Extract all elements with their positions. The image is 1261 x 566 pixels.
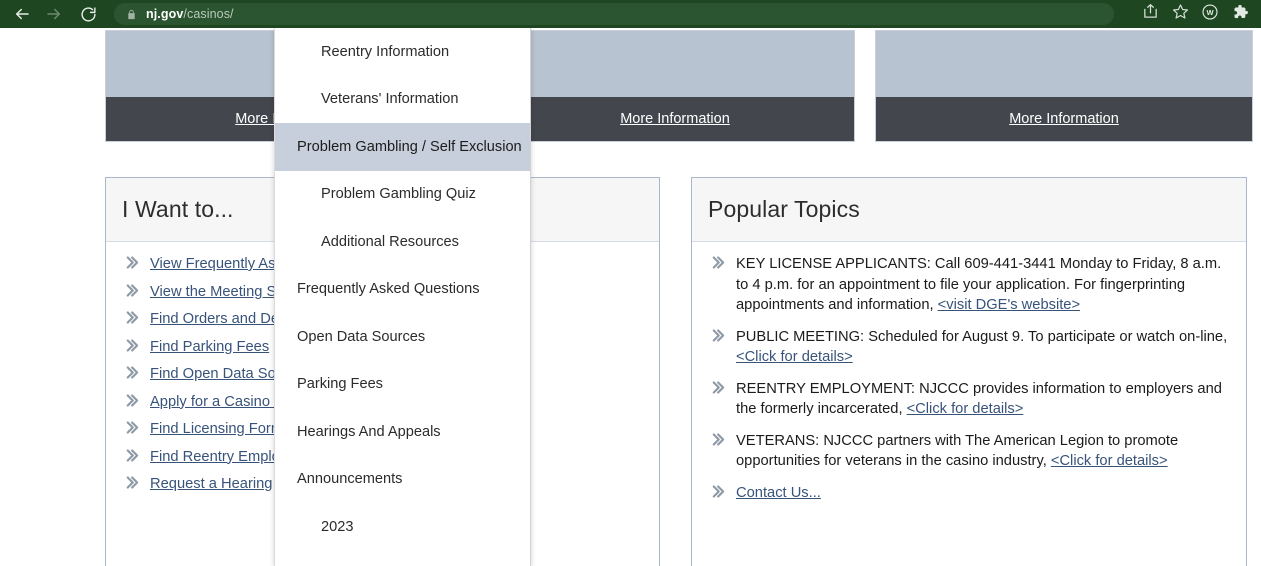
url-host: nj.gov	[146, 7, 184, 21]
chevron-right-icon	[706, 432, 728, 447]
list-item[interactable]: VETERANS: NJCCC partners with The Americ…	[706, 431, 1232, 472]
profile-avatar-icon: W	[1201, 3, 1219, 26]
page-viewport: More Information More Information More I…	[0, 28, 1261, 566]
chevron-right-icon	[120, 448, 142, 463]
chevron-right-icon	[706, 380, 728, 395]
card-image	[876, 31, 1252, 97]
menu-item-problem-gambling-self-exclusion[interactable]: Problem Gambling / Self Exclusion	[275, 123, 530, 171]
feature-card[interactable]: More Information	[495, 30, 855, 142]
chevron-right-icon	[706, 484, 728, 499]
list-item[interactable]: REENTRY EMPLOYMENT: NJCCC provides infor…	[706, 379, 1232, 420]
arrow-right-icon	[45, 5, 63, 23]
want-to-link[interactable]: Request a Hearing	[150, 474, 272, 495]
topic-text: KEY LICENSE APPLICANTS: Call 609-441-344…	[736, 256, 1222, 313]
arrow-left-icon	[13, 5, 31, 23]
popular-topics-panel: Popular Topics KEY LICENSE APPLICANTS: C…	[691, 177, 1247, 566]
popular-topics-list: KEY LICENSE APPLICANTS: Call 609-441-344…	[706, 254, 1232, 503]
chevron-right-icon	[120, 393, 142, 408]
chevron-right-icon	[120, 475, 142, 490]
list-item[interactable]: Contact Us...	[706, 483, 1232, 504]
url-text: nj.gov/casinos/	[146, 7, 234, 21]
navigation-dropdown-menu[interactable]: Reentry Information Veterans' Information…	[274, 28, 531, 566]
chevron-right-icon	[120, 420, 142, 435]
topic-link[interactable]: <visit DGE's website>	[938, 297, 1080, 313]
reload-button[interactable]	[74, 0, 102, 28]
menu-item-problem-gambling-quiz[interactable]: Problem Gambling Quiz	[275, 171, 530, 219]
card-footer: More Information	[496, 97, 854, 141]
topic-text: PUBLIC MEETING: Scheduled for August 9. …	[736, 328, 1228, 366]
menu-item-additional-resources[interactable]: Additional Resources	[275, 218, 530, 266]
share-button[interactable]	[1135, 0, 1165, 28]
forward-button[interactable]	[40, 0, 68, 28]
feature-card[interactable]: More Information	[875, 30, 1253, 142]
topic-link[interactable]: <Click for details>	[736, 349, 853, 365]
topic-text: Contact Us...	[736, 483, 821, 504]
feature-cards-row: More Information More Information More I…	[0, 28, 1261, 143]
panel-body: KEY LICENSE APPLICANTS: Call 609-441-344…	[692, 242, 1246, 522]
menu-item-hearings-and-appeals[interactable]: Hearings And Appeals	[275, 408, 530, 456]
want-to-link[interactable]: Find Parking Fees	[150, 337, 269, 358]
menu-item-parking-fees[interactable]: Parking Fees	[275, 361, 530, 409]
reload-icon	[80, 6, 97, 23]
card-footer: More Information	[876, 97, 1252, 141]
menu-item-reentry-information[interactable]: Reentry Information	[275, 28, 530, 76]
extensions-puzzle-icon	[1231, 3, 1249, 26]
menu-item-frequently-asked-questions[interactable]: Frequently Asked Questions	[275, 266, 530, 314]
share-icon	[1142, 3, 1159, 25]
panel-header: Popular Topics	[692, 178, 1246, 242]
lock-icon	[126, 8, 137, 21]
list-item[interactable]: KEY LICENSE APPLICANTS: Call 609-441-344…	[706, 254, 1232, 316]
browser-toolbar: nj.gov/casinos/ W	[0, 0, 1261, 28]
page-title: Popular Topics	[708, 196, 860, 222]
list-item[interactable]: PUBLIC MEETING: Scheduled for August 9. …	[706, 327, 1232, 368]
topic-link[interactable]: <Click for details>	[1051, 453, 1168, 469]
bookmark-button[interactable]	[1165, 0, 1195, 28]
menu-item-veterans-information[interactable]: Veterans' Information	[275, 76, 530, 124]
chevron-right-icon	[120, 310, 142, 325]
want-to-link[interactable]: Find Licensing Forms	[150, 419, 290, 440]
card-image	[496, 31, 854, 97]
chevron-right-icon	[120, 365, 142, 380]
bookmark-star-icon	[1172, 3, 1189, 25]
url-path: /casinos/	[183, 7, 234, 21]
menu-item-open-data-sources[interactable]: Open Data Sources	[275, 313, 530, 361]
chevron-right-icon	[706, 328, 728, 343]
address-bar[interactable]: nj.gov/casinos/	[114, 3, 1114, 25]
more-information-link[interactable]: More Information	[620, 111, 730, 127]
topic-link[interactable]: <Click for details>	[907, 401, 1024, 417]
svg-text:W: W	[1206, 8, 1214, 17]
chevron-right-icon	[120, 338, 142, 353]
menu-item-announcements[interactable]: Announcements	[275, 456, 530, 504]
topic-link[interactable]: Contact Us...	[736, 485, 821, 501]
profile-button[interactable]: W	[1195, 0, 1225, 28]
chevron-right-icon	[706, 255, 728, 270]
more-information-link[interactable]: More Information	[1009, 111, 1119, 127]
chevron-right-icon	[120, 283, 142, 298]
back-button[interactable]	[8, 0, 36, 28]
chevron-right-icon	[120, 255, 142, 270]
browser-action-icons: W	[1135, 0, 1255, 28]
topic-text: VETERANS: NJCCC partners with The Americ…	[736, 432, 1179, 470]
extensions-button[interactable]	[1225, 0, 1255, 28]
menu-item-2023[interactable]: 2023	[275, 503, 530, 551]
topic-text: REENTRY EMPLOYMENT: NJCCC provides infor…	[736, 380, 1222, 418]
